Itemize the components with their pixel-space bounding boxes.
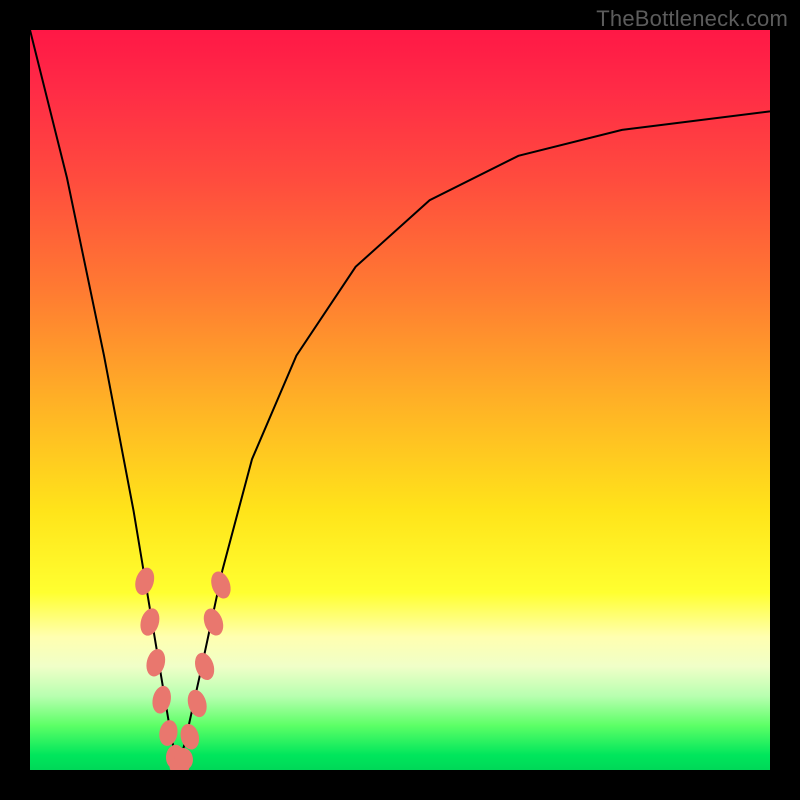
- marker-dot: [192, 650, 218, 682]
- marker-dot: [137, 606, 162, 638]
- bottleneck-curve: [30, 30, 770, 770]
- marker-dot: [157, 719, 179, 748]
- marker-dot: [178, 722, 202, 752]
- chart-svg: [30, 30, 770, 770]
- marker-dot: [150, 684, 173, 715]
- marker-dot: [144, 647, 168, 679]
- plot-area: [30, 30, 770, 770]
- marker-dot: [200, 606, 226, 638]
- marker-dot: [185, 687, 210, 719]
- marker-dot: [208, 569, 234, 601]
- marker-dot: [132, 565, 157, 597]
- chart-frame: TheBottleneck.com: [0, 0, 800, 800]
- watermark-text: TheBottleneck.com: [596, 6, 788, 32]
